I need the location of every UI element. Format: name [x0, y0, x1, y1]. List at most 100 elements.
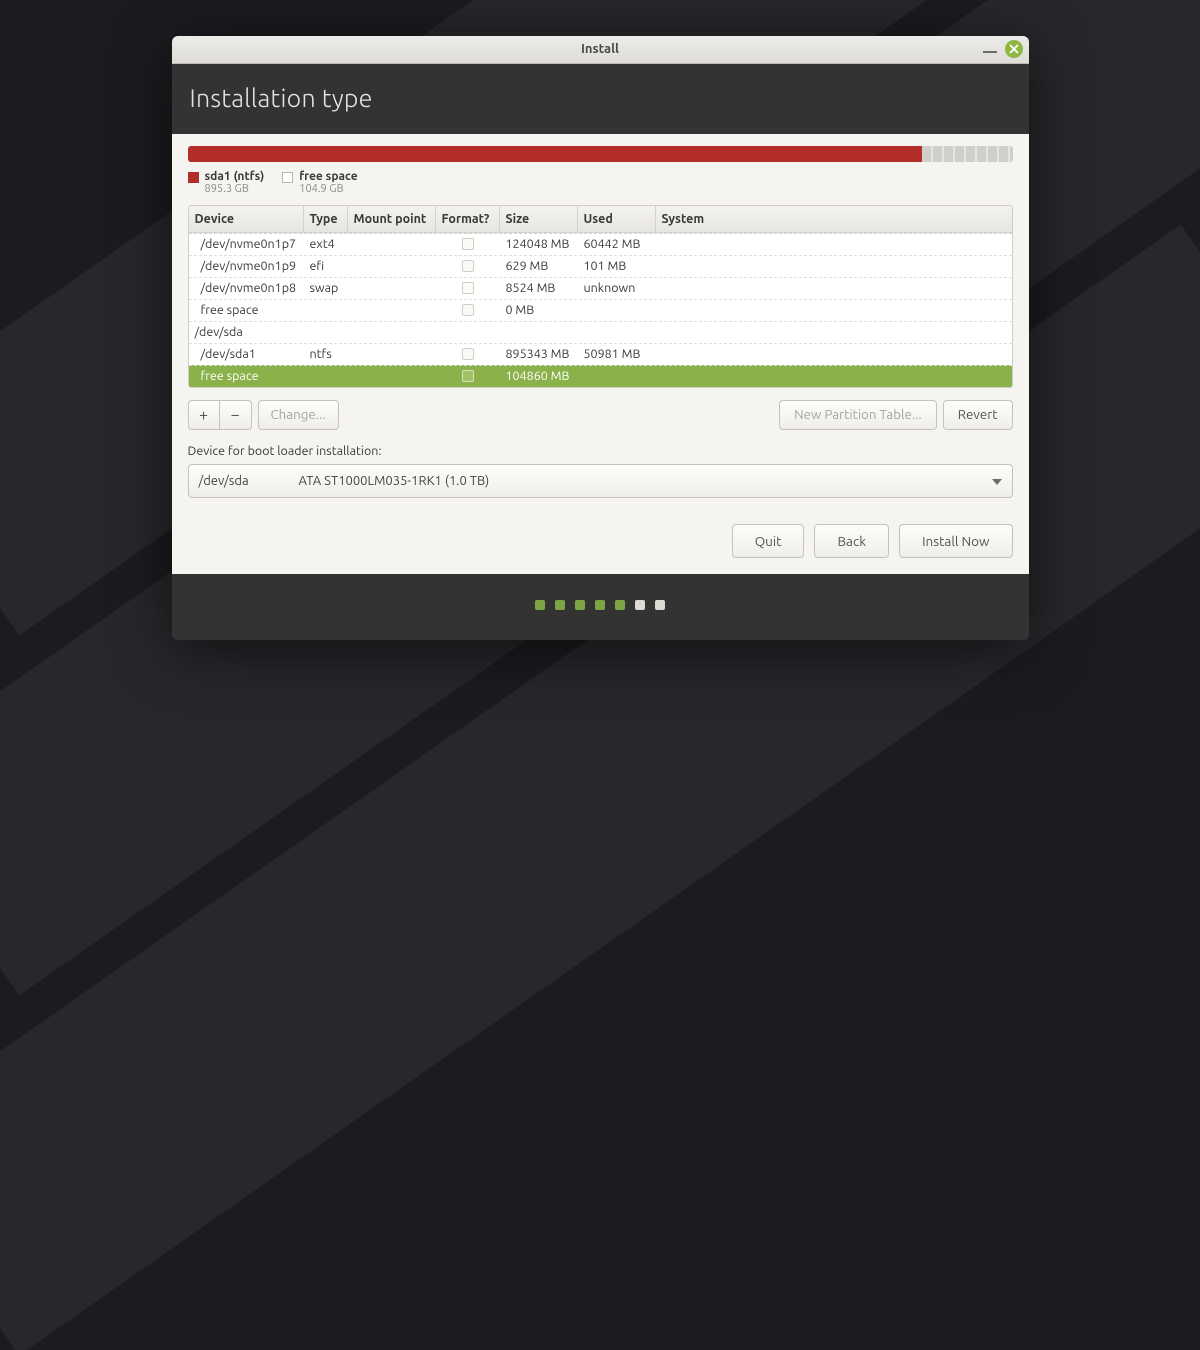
cell-device: free space	[189, 366, 304, 387]
bootloader-device-select[interactable]: /dev/sda ATA ST1000LM035-1RK1 (1.0 TB)	[188, 464, 1013, 498]
partition-table-body: /dev/nvme0n1p7ext4124048 MB60442 MB/dev/…	[189, 233, 1012, 387]
cell-format	[436, 322, 500, 343]
cell-device: /dev/nvme0n1p9	[189, 256, 304, 277]
close-button[interactable]	[1005, 40, 1023, 58]
cell-mount	[348, 256, 436, 277]
cell-format	[436, 234, 500, 255]
cell-used	[578, 300, 656, 321]
cell-type	[304, 300, 348, 321]
remove-partition-button[interactable]: −	[220, 400, 252, 430]
cell-format	[436, 256, 500, 277]
cell-used: unknown	[578, 278, 656, 299]
partition-table[interactable]: Device Type Mount point Format? Size Use…	[188, 205, 1013, 388]
progress-dots	[172, 574, 1029, 640]
cell-device: /dev/sda	[189, 322, 304, 343]
table-row[interactable]: /dev/nvme0n1p8swap8524 MBunknown	[189, 277, 1012, 299]
cell-format	[436, 344, 500, 365]
cell-format	[436, 278, 500, 299]
table-row[interactable]: free space 104860 MB	[189, 365, 1012, 387]
legend-name: free space	[299, 170, 357, 183]
cell-mount	[348, 322, 436, 343]
cell-used	[578, 322, 656, 343]
usage-used-segment	[188, 146, 922, 162]
legend-swatch	[282, 172, 293, 183]
cell-device: free space	[189, 300, 304, 321]
page-header: Installation type	[172, 64, 1029, 134]
cell-size: 0 MB	[500, 300, 578, 321]
progress-dot	[655, 600, 665, 610]
cell-system	[656, 300, 1012, 321]
bootloader-description: ATA ST1000LM035-1RK1 (1.0 TB)	[299, 474, 490, 488]
legend-name: sda1 (ntfs)	[205, 170, 265, 183]
col-mount[interactable]: Mount point	[348, 206, 436, 232]
cell-system	[656, 278, 1012, 299]
wizard-footer: Quit Back Install Now	[188, 524, 1013, 558]
legend-size: 104.9 GB	[299, 183, 357, 195]
main-panel: sda1 (ntfs)895.3 GBfree space104.9 GB De…	[172, 134, 1029, 574]
page-title: Installation type	[190, 84, 1011, 112]
cell-used: 101 MB	[578, 256, 656, 277]
format-checkbox[interactable]	[462, 260, 474, 272]
install-now-button[interactable]: Install Now	[899, 524, 1012, 558]
format-checkbox[interactable]	[462, 348, 474, 360]
cell-mount	[348, 278, 436, 299]
col-device[interactable]: Device	[189, 206, 304, 232]
col-system[interactable]: System	[656, 206, 1012, 232]
legend-item: sda1 (ntfs)895.3 GB	[188, 170, 265, 195]
progress-dot	[635, 600, 645, 610]
col-type[interactable]: Type	[304, 206, 348, 232]
usage-legend: sda1 (ntfs)895.3 GB free space104.9 GB	[188, 170, 1013, 195]
cell-size: 895343 MB	[500, 344, 578, 365]
cell-used: 60442 MB	[578, 234, 656, 255]
partition-table-header: Device Type Mount point Format? Size Use…	[189, 206, 1012, 233]
cell-mount	[348, 300, 436, 321]
cell-system	[656, 256, 1012, 277]
table-row[interactable]: /dev/nvme0n1p7ext4124048 MB60442 MB	[189, 233, 1012, 255]
col-format[interactable]: Format?	[436, 206, 500, 232]
cell-type	[304, 322, 348, 343]
cell-format	[436, 300, 500, 321]
quit-button[interactable]: Quit	[732, 524, 805, 558]
table-row[interactable]: /dev/sda	[189, 321, 1012, 343]
progress-dot	[535, 600, 545, 610]
cell-size	[500, 322, 578, 343]
table-row[interactable]: /dev/nvme0n1p9efi629 MB101 MB	[189, 255, 1012, 277]
col-used[interactable]: Used	[578, 206, 656, 232]
disk-usage-bar	[188, 146, 1013, 162]
revert-button[interactable]: Revert	[943, 400, 1013, 430]
bootloader-label: Device for boot loader installation:	[188, 444, 1013, 458]
new-partition-table-button[interactable]: New Partition Table...	[779, 400, 937, 430]
format-checkbox[interactable]	[462, 370, 474, 382]
cell-system	[656, 344, 1012, 365]
cell-device: /dev/nvme0n1p7	[189, 234, 304, 255]
close-icon	[1009, 44, 1019, 54]
format-checkbox[interactable]	[462, 282, 474, 294]
table-row[interactable]: /dev/sda1ntfs895343 MB50981 MB	[189, 343, 1012, 365]
cell-type: ntfs	[304, 344, 348, 365]
table-row[interactable]: free space 0 MB	[189, 299, 1012, 321]
format-checkbox[interactable]	[462, 304, 474, 316]
format-checkbox[interactable]	[462, 238, 474, 250]
progress-dot	[595, 600, 605, 610]
cell-size: 104860 MB	[500, 366, 578, 387]
minimize-button[interactable]	[983, 51, 997, 53]
cell-size: 8524 MB	[500, 278, 578, 299]
cell-type: ext4	[304, 234, 348, 255]
progress-dot	[555, 600, 565, 610]
usage-free-segment	[922, 146, 1013, 162]
progress-dot	[575, 600, 585, 610]
progress-dot	[615, 600, 625, 610]
cell-mount	[348, 234, 436, 255]
cell-system	[656, 366, 1012, 387]
cell-device: /dev/nvme0n1p8	[189, 278, 304, 299]
titlebar: Install	[172, 36, 1029, 64]
change-partition-button[interactable]: Change...	[258, 400, 339, 430]
col-size[interactable]: Size	[500, 206, 578, 232]
add-partition-button[interactable]: +	[188, 400, 220, 430]
installer-window: Install Installation type sda1 (ntfs)895…	[172, 36, 1029, 640]
bootloader-device: /dev/sda	[199, 474, 299, 488]
chevron-down-icon	[992, 474, 1002, 488]
cell-mount	[348, 366, 436, 387]
back-button[interactable]: Back	[814, 524, 889, 558]
legend-swatch	[188, 172, 199, 183]
